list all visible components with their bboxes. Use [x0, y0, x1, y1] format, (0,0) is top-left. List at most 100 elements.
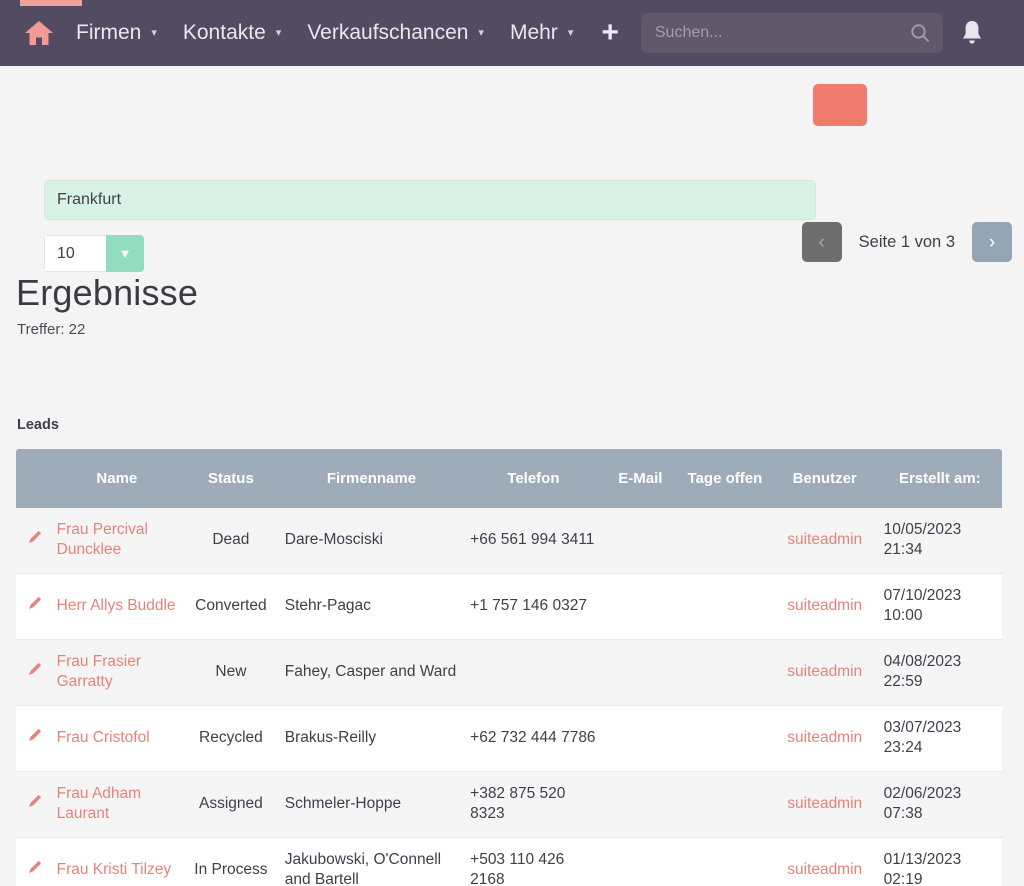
email-cell [602, 508, 679, 574]
phone-cell: +62 732 444 7786 [464, 705, 603, 772]
page-title: Ergebnisse [16, 272, 199, 313]
user-link[interactable]: suiteadmin [787, 861, 862, 878]
home-icon[interactable] [22, 18, 56, 48]
nav-item-label: Verkaufschancen [307, 21, 469, 44]
table-row[interactable]: Herr Allys Buddle Converted Stehr-Pagac +1 … [16, 573, 1002, 640]
leads-table-container: Name Status Firmenname Telefon E-Mail Ta… [16, 449, 1002, 886]
table-body: Frau Percival Duncklee Dead Dare-Mosciski +… [16, 508, 1002, 886]
table-row[interactable]: Frau Adham Laurant Assigned Schmeler-Hoppe… [16, 771, 1002, 838]
primary-action-button[interactable] [813, 84, 867, 126]
lead-name-link[interactable]: Herr Allys Buddle [57, 597, 176, 614]
name-cell: Frau Kristi Tilzey [50, 837, 184, 886]
status-cell: Dead [183, 508, 279, 574]
lead-name-link[interactable]: Frau Frasier Garratty [57, 653, 141, 690]
edit-cell[interactable] [16, 771, 51, 838]
pencil-icon[interactable] [26, 792, 44, 810]
brand-accent-strip [20, 0, 82, 6]
lead-name-link[interactable]: Frau Percival Duncklee [57, 521, 148, 558]
status-cell: Assigned [183, 771, 279, 838]
chevron-down-icon[interactable]: ▼ [106, 235, 144, 272]
company-cell: Dare-Mosciski [278, 508, 465, 574]
table-row[interactable]: Frau Cristofol Recycled Brakus-Reilly +62 7… [16, 705, 1002, 772]
search-input[interactable] [652, 23, 931, 43]
email-cell [602, 705, 679, 772]
table-row[interactable]: Frau Percival Duncklee Dead Dare-Mosciski +… [16, 508, 1002, 574]
pencil-icon[interactable] [26, 726, 44, 744]
lead-name-link[interactable]: Frau Kristi Tilzey [57, 861, 172, 878]
next-page-button[interactable]: › [972, 222, 1012, 262]
results-count: Treffer: 22 [17, 321, 86, 338]
nav-item-mehr[interactable]: Mehr ▾ [510, 21, 573, 45]
nav-item-firmen[interactable]: Firmen ▾ [76, 21, 157, 45]
days-open-cell [678, 639, 772, 706]
pencil-icon[interactable] [26, 594, 44, 612]
column-header-days-open[interactable]: Tage offen [678, 449, 772, 508]
user-link[interactable]: suiteadmin [787, 597, 862, 614]
top-navigation-bar: Firmen ▾ Kontakte ▾ Verkaufschancen ▾ Me… [0, 0, 1024, 66]
phone-cell: +382 875 520 8323 [464, 771, 603, 838]
phone-cell: +503 110 426 2168 [464, 837, 603, 886]
chevron-down-icon: ▾ [478, 26, 484, 39]
user-link[interactable]: suiteadmin [787, 795, 862, 812]
status-cell: Converted [183, 573, 279, 640]
user-cell: suiteadmin [771, 639, 878, 706]
table-row[interactable]: Frau Kristi Tilzey In Process Jakubowski, … [16, 837, 1002, 886]
bell-icon[interactable] [959, 19, 985, 47]
created-cell: 04/08/2023 22:59 [877, 639, 1002, 706]
days-open-cell [678, 573, 772, 640]
user-cell: suiteadmin [771, 837, 878, 886]
page-size-select[interactable]: 10 ▼ [44, 235, 144, 272]
table-header-row: Name Status Firmenname Telefon E-Mail Ta… [16, 449, 1002, 508]
lead-name-link[interactable]: Frau Adham Laurant [57, 785, 141, 822]
column-header-created[interactable]: Erstellt am: [877, 449, 1002, 508]
nav-item-kontakte[interactable]: Kontakte ▾ [183, 21, 281, 45]
created-cell: 03/07/2023 23:24 [877, 705, 1002, 772]
search-icon[interactable] [909, 22, 931, 49]
lead-name-link[interactable]: Frau Cristofol [57, 729, 150, 746]
user-cell: suiteadmin [771, 705, 878, 772]
user-cell: suiteadmin [771, 771, 878, 838]
nav-item-label: Firmen [76, 21, 142, 44]
name-cell: Frau Cristofol [50, 705, 184, 772]
previous-page-button[interactable]: ‹ [801, 222, 842, 262]
user-link[interactable]: suiteadmin [787, 531, 862, 548]
user-link[interactable]: suiteadmin [787, 663, 862, 680]
global-search[interactable] [640, 13, 943, 53]
edit-cell[interactable] [16, 573, 51, 640]
pencil-icon[interactable] [26, 858, 44, 876]
table-row[interactable]: Frau Frasier Garratty New Fahey, Casper an… [16, 639, 1002, 706]
company-cell: Schmeler-Hoppe [278, 771, 465, 838]
page-body: 10 ▼ ‹ Seite 1 von 3 › Ergebnisse Treffe… [0, 66, 1024, 886]
email-cell [602, 771, 679, 838]
column-header-user[interactable]: Benutzer [771, 449, 878, 508]
column-header-company[interactable]: Firmenname [278, 449, 465, 508]
user-link[interactable]: suiteadmin [787, 729, 862, 746]
column-header-phone[interactable]: Telefon [464, 449, 603, 508]
column-header-name[interactable]: Name [50, 449, 184, 508]
pagination-status: Seite 1 von 3 [858, 232, 955, 251]
column-header-edit[interactable] [16, 449, 51, 508]
section-label-leads: Leads [17, 417, 59, 433]
days-open-cell [678, 771, 772, 838]
column-header-status[interactable]: Status [183, 449, 279, 508]
name-cell: Herr Allys Buddle [50, 573, 184, 640]
pagination: ‹ Seite 1 von 3 › [801, 222, 1012, 262]
edit-cell[interactable] [16, 508, 51, 574]
status-cell: Recycled [183, 705, 279, 772]
pencil-icon[interactable] [26, 660, 44, 678]
company-cell: Stehr-Pagac [278, 573, 465, 640]
search-filter-input[interactable] [44, 180, 816, 220]
email-cell [602, 573, 679, 640]
edit-cell[interactable] [16, 639, 51, 706]
user-cell: suiteadmin [771, 508, 878, 574]
column-header-email[interactable]: E-Mail [602, 449, 679, 508]
edit-cell[interactable] [16, 705, 51, 772]
nav-item-verkaufschancen[interactable]: Verkaufschancen ▾ [307, 21, 484, 45]
edit-cell[interactable] [16, 837, 51, 886]
status-cell: New [183, 639, 279, 706]
status-cell: In Process [183, 837, 279, 886]
created-cell: 10/05/2023 21:34 [877, 508, 1002, 574]
add-record-button[interactable]: + [601, 18, 619, 48]
chevron-down-icon: ▾ [567, 26, 574, 39]
pencil-icon[interactable] [26, 528, 44, 546]
